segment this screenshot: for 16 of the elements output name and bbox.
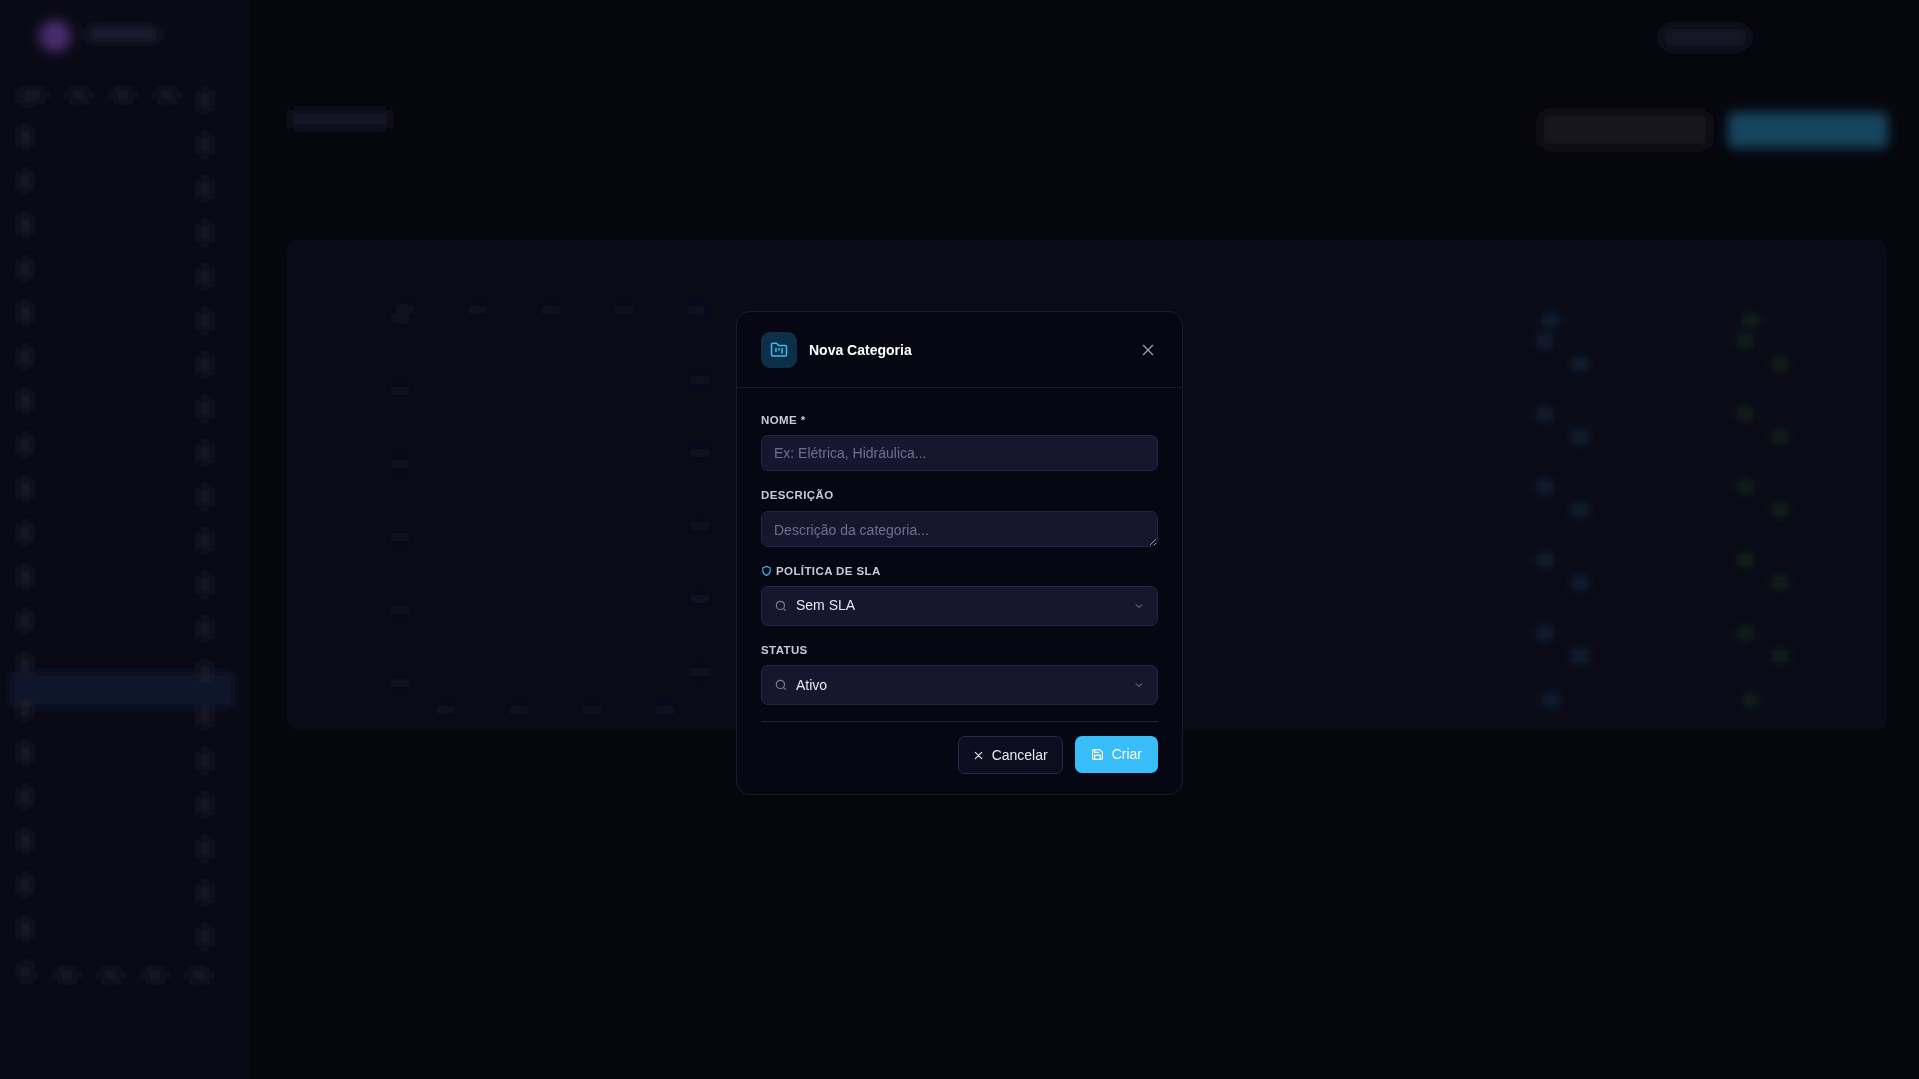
- field-label: NOME *: [761, 413, 806, 428]
- folder-icon: [761, 332, 797, 368]
- select-field[interactable]: Sem SLA: [761, 585, 1158, 626]
- save-icon: [1090, 748, 1104, 761]
- field-label: POLÍTICA DE SLA: [776, 563, 881, 579]
- input-field[interactable]: Ex: Elétrica, Hidráulica...: [761, 435, 1158, 472]
- search-icon: [774, 598, 788, 613]
- cancel-button[interactable]: Cancelar: [957, 736, 1063, 774]
- shield-icon: [761, 565, 772, 578]
- text-area[interactable]: Descrição da categoria...: [761, 510, 1158, 547]
- field-label: DESCRIÇÃO: [761, 488, 834, 504]
- dialog-title: Nova Categoria: [809, 340, 913, 360]
- close-icon: [972, 749, 984, 761]
- select-field[interactable]: Ativo: [761, 665, 1158, 705]
- search-icon: [774, 678, 788, 692]
- field-label: STATUS: [761, 642, 808, 658]
